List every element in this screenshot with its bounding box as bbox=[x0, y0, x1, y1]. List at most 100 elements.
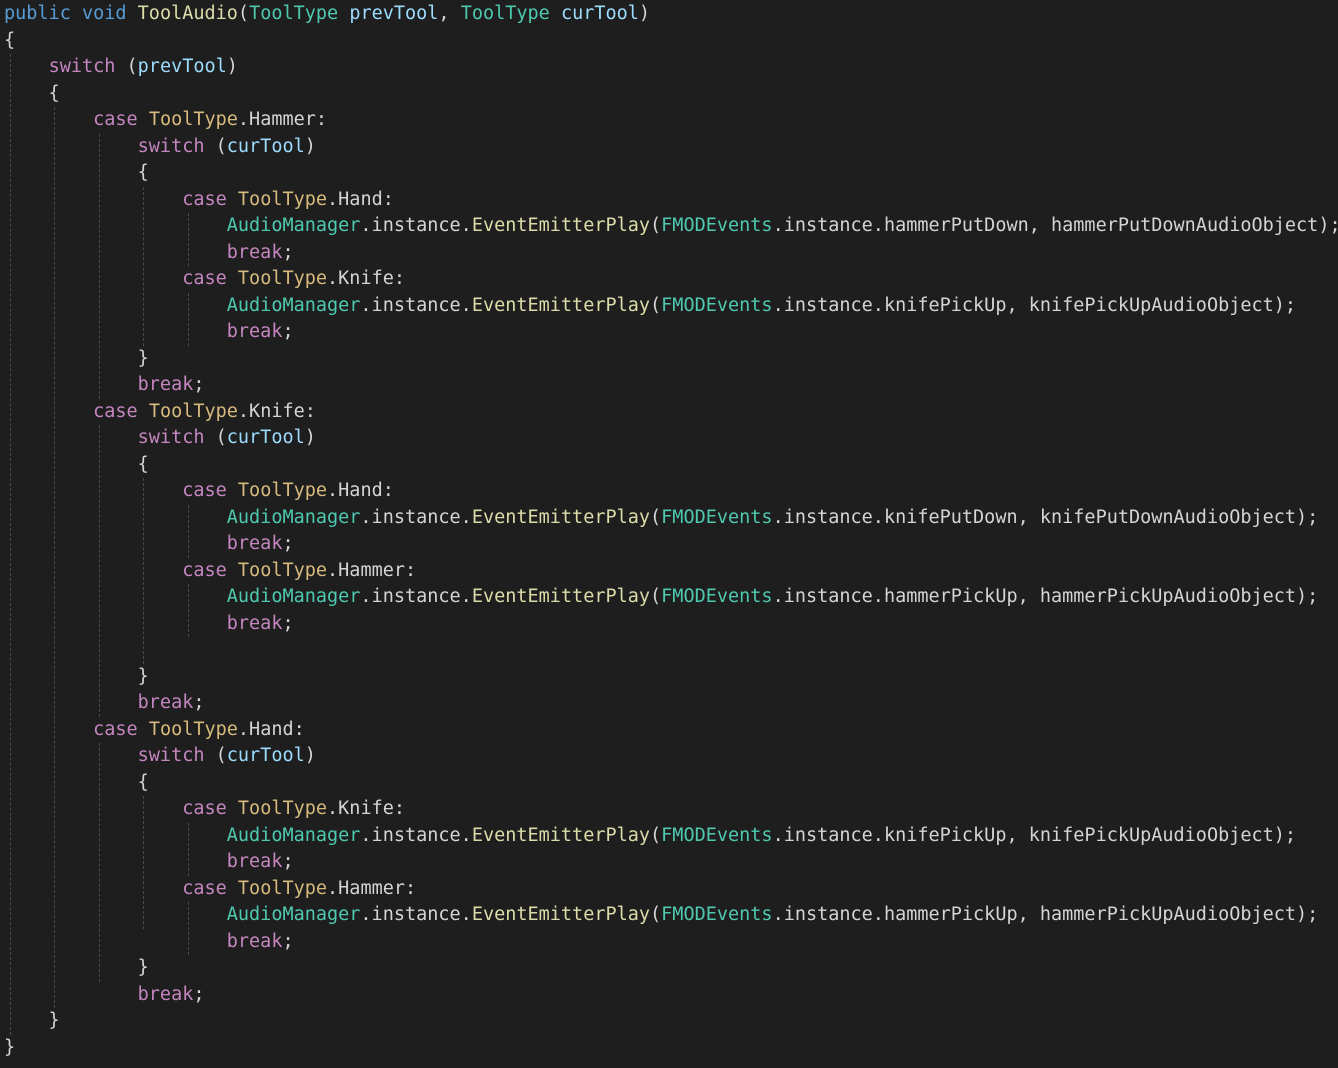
code-token-type: FMODEvents bbox=[661, 824, 773, 846]
code-token-plain: ; bbox=[282, 851, 294, 872]
code-token-plain: .instance.hammerPutDown, hammerPutDownAu… bbox=[772, 215, 1338, 236]
code-token-ctl: case bbox=[182, 188, 227, 210]
code-token-fn: EventEmitterPlay bbox=[471, 294, 651, 316]
code-token-plain: .instance. bbox=[360, 586, 472, 607]
indent-guide bbox=[10, 54, 11, 1035]
code-line: break; bbox=[4, 240, 294, 267]
code-token-ctl: case bbox=[182, 877, 227, 899]
code-line: case ToolType.Hammer: bbox=[4, 107, 327, 134]
code-token-plain: .instance.hammerPickUp, hammerPickUpAudi… bbox=[772, 904, 1319, 925]
code-line: break; bbox=[4, 372, 205, 399]
code-token-plain: .instance. bbox=[360, 294, 472, 316]
code-token-plain: .Knife: bbox=[327, 798, 405, 819]
code-token-plain: ( bbox=[650, 824, 662, 846]
code-token-plain: ( bbox=[237, 3, 250, 24]
code-editor[interactable]: public void ToolAudio(ToolType prevTool,… bbox=[0, 0, 1338, 1068]
code-token-ctl: break bbox=[137, 983, 194, 1005]
code-token-plain: .Knife: bbox=[327, 268, 405, 289]
code-token-case_type: ToolType bbox=[237, 480, 328, 501]
code-token-fn: EventEmitterPlay bbox=[471, 215, 651, 236]
code-line: break; bbox=[4, 849, 294, 876]
code-line: break; bbox=[4, 531, 294, 558]
code-token-plain: ( bbox=[650, 586, 662, 607]
code-token-plain: } bbox=[4, 1010, 60, 1031]
code-token-type: AudioManager bbox=[226, 506, 361, 528]
code-token-kw: void bbox=[81, 3, 127, 24]
code-line: { bbox=[4, 28, 15, 55]
code-token-ctl: break bbox=[226, 533, 283, 554]
code-token-plain: .Hand: bbox=[237, 718, 305, 740]
code-token-plain: { bbox=[4, 29, 16, 51]
code-line: } bbox=[4, 1008, 60, 1035]
code-token-plain: .instance.knifePickUp, knifePickUpAudioO… bbox=[772, 294, 1297, 316]
code-line: AudioManager.instance.EventEmitterPlay(F… bbox=[4, 293, 1296, 320]
code-token-ctl: case bbox=[182, 559, 227, 581]
code-line: { bbox=[4, 452, 149, 479]
code-token-fn: EventEmitterPlay bbox=[471, 824, 651, 846]
code-token-param: curTool bbox=[560, 3, 639, 24]
code-token-plain: } bbox=[4, 957, 149, 978]
code-token-type: FMODEvents bbox=[661, 904, 773, 925]
code-token-plain: ( bbox=[650, 506, 662, 528]
code-token-case_type: ToolType bbox=[237, 268, 328, 289]
code-token-case_type: ToolType bbox=[237, 798, 328, 819]
indent-guide bbox=[187, 292, 189, 346]
code-line: { bbox=[4, 160, 149, 187]
code-token-ctl: case bbox=[93, 718, 138, 740]
code-token-plain: .Hammer: bbox=[237, 109, 328, 130]
code-token-plain: ) bbox=[304, 745, 316, 766]
code-token-plain: ( bbox=[650, 904, 662, 925]
code-token-plain: ; bbox=[193, 692, 205, 713]
code-token-type: ToolType bbox=[460, 3, 550, 24]
code-token-ctl: switch bbox=[137, 135, 205, 157]
code-line: public void ToolAudio(ToolType prevTool,… bbox=[4, 1, 650, 28]
code-line: } bbox=[4, 1035, 15, 1062]
code-token-plain: } bbox=[4, 665, 149, 687]
code-token-param: curTool bbox=[226, 745, 305, 766]
indent-guide bbox=[187, 504, 189, 558]
indent-guide bbox=[98, 133, 100, 399]
code-token-plain: ; bbox=[282, 930, 294, 952]
code-token-ctl: break bbox=[226, 321, 283, 342]
code-token-plain: ( bbox=[204, 745, 227, 766]
code-token-plain: ; bbox=[282, 533, 294, 554]
code-line: } bbox=[4, 346, 149, 373]
code-token-plain: { bbox=[4, 82, 60, 104]
code-token-ctl: break bbox=[226, 851, 283, 872]
code-token-ctl: switch bbox=[48, 56, 116, 77]
indent-guide bbox=[187, 902, 189, 955]
code-token-plain: ; bbox=[282, 241, 294, 263]
code-token-plain: ) bbox=[304, 135, 316, 157]
code-token-type: AudioManager bbox=[226, 824, 361, 846]
code-token-type: FMODEvents bbox=[661, 586, 773, 607]
code-token-case_type: ToolType bbox=[237, 877, 328, 899]
code-token-case_type: ToolType bbox=[148, 109, 238, 130]
code-line: break; bbox=[4, 690, 205, 717]
code-line: { bbox=[4, 770, 149, 797]
code-token-type: FMODEvents bbox=[661, 215, 773, 236]
code-token-param: prevTool bbox=[349, 3, 439, 24]
indent-guide bbox=[98, 425, 100, 717]
code-line: case ToolType.Hand: bbox=[4, 717, 305, 744]
code-line: break; bbox=[4, 929, 294, 956]
code-token-plain: ( bbox=[650, 294, 662, 316]
